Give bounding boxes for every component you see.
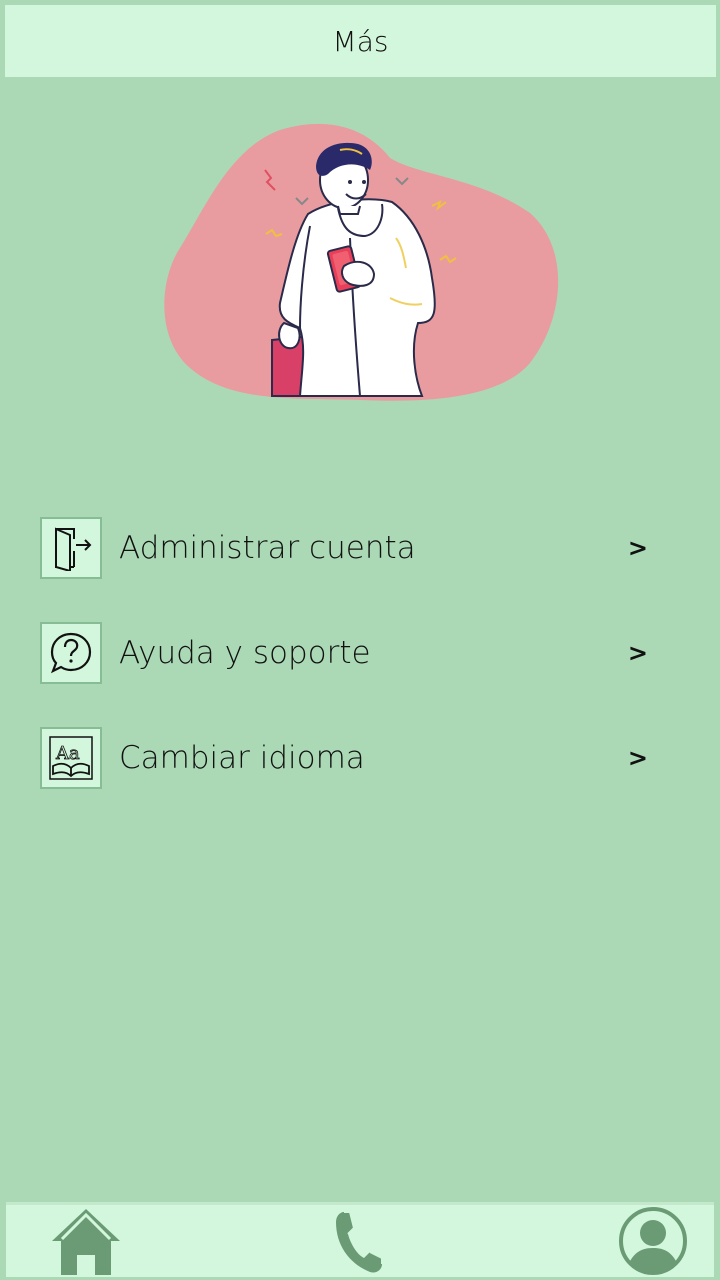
menu-item-label: Administrar cuenta (119, 530, 416, 566)
nav-home-button[interactable] (48, 1205, 124, 1277)
chevron-right-icon: > (627, 534, 648, 562)
page-title: Más (332, 24, 389, 58)
person-with-phone-illustration (164, 123, 559, 401)
settings-menu: Administrar cuenta > Ayuda y soporte > A… (40, 516, 660, 831)
menu-item-help-support[interactable]: Ayuda y soporte > (40, 621, 660, 685)
menu-item-manage-account[interactable]: Administrar cuenta > (40, 516, 660, 580)
user-profile-icon (619, 1207, 687, 1275)
nav-call-button[interactable] (328, 1205, 388, 1277)
home-icon (52, 1209, 120, 1275)
language-book-icon: Aa (40, 727, 102, 789)
menu-item-label: Ayuda y soporte (119, 635, 371, 671)
chevron-right-icon: > (627, 744, 648, 772)
svg-text:Aa: Aa (55, 743, 80, 764)
door-exit-icon (40, 517, 102, 579)
menu-item-change-language[interactable]: Aa Cambiar idioma > (40, 726, 660, 790)
nav-profile-button[interactable] (612, 1205, 694, 1277)
top-header: Más (5, 5, 716, 77)
bottom-navigation-bar (6, 1202, 714, 1277)
help-question-icon (40, 622, 102, 684)
phone-icon (336, 1211, 383, 1273)
menu-item-label: Cambiar idioma (119, 740, 365, 776)
chevron-right-icon: > (627, 639, 648, 667)
